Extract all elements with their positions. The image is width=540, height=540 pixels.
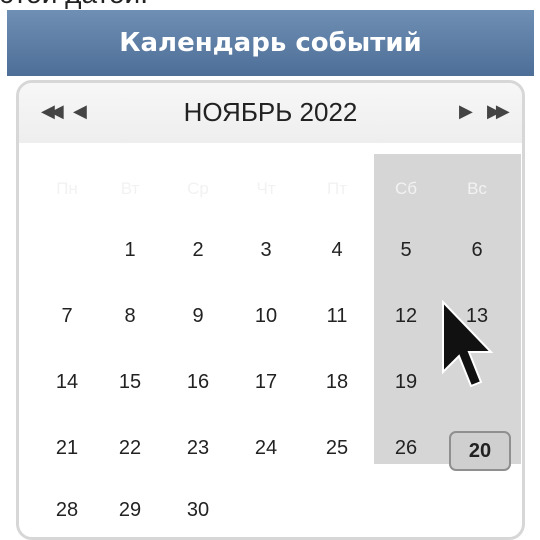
calendar-day[interactable]: 5 — [381, 235, 431, 265]
calendar-day[interactable]: 29 — [105, 495, 155, 525]
calendar-navigation: ◀◀ ◀ НОЯБРЬ 2022 ▶ ▶▶ — [19, 83, 522, 143]
partial-top-text: этой датой. — [0, 0, 148, 10]
next-month-button[interactable]: ▶ — [459, 101, 473, 122]
weekday-header: Вс — [467, 179, 487, 198]
month-label: НОЯБРЬ 2022 — [183, 97, 358, 127]
calendar-day[interactable]: 28 — [42, 495, 92, 525]
calendar-day[interactable]: 10 — [241, 301, 291, 331]
calendar-day[interactable]: 4 — [312, 235, 362, 265]
calendar-day[interactable]: 1 — [105, 235, 155, 265]
today-cell[interactable]: 20 — [449, 431, 511, 471]
weekday-header: Пн — [56, 179, 78, 198]
calendar-day[interactable]: 24 — [241, 433, 291, 463]
next-year-button[interactable]: ▶▶ — [487, 101, 510, 122]
calendar-day[interactable]: 22 — [105, 433, 155, 463]
calendar-day[interactable]: 12 — [381, 301, 431, 331]
calendar-day[interactable]: 23 — [173, 433, 223, 463]
weekday-header: Вт — [120, 179, 140, 198]
calendar-title: Календарь событий — [7, 10, 534, 76]
calendar-day[interactable]: 26 — [381, 433, 431, 463]
calendar-day[interactable]: 21 — [42, 433, 92, 463]
calendar-day[interactable]: 18 — [312, 367, 362, 397]
calendar-day[interactable]: 8 — [105, 301, 155, 331]
calendar-day[interactable]: 14 — [42, 367, 92, 397]
calendar-day[interactable]: 15 — [105, 367, 155, 397]
calendar-day[interactable]: 17 — [241, 367, 291, 397]
calendar-day[interactable]: 6 — [452, 235, 502, 265]
mouse-pointer-icon — [442, 300, 494, 388]
calendar-day[interactable]: 30 — [173, 495, 223, 525]
weekday-header: Пт — [326, 179, 347, 198]
weekday-header: Ср — [187, 179, 209, 198]
calendar-day[interactable]: 9 — [173, 301, 223, 331]
weekday-header: Сб — [394, 179, 417, 198]
weekday-header: Чт — [256, 179, 276, 198]
calendar-day[interactable]: 16 — [173, 367, 223, 397]
calendar-day[interactable]: 3 — [241, 235, 291, 265]
calendar-day[interactable]: 25 — [312, 433, 362, 463]
calendar-day[interactable]: 7 — [42, 301, 92, 331]
calendar-day[interactable]: 2 — [173, 235, 223, 265]
calendar-day[interactable]: 11 — [312, 301, 362, 331]
calendar-day[interactable]: 19 — [381, 367, 431, 397]
